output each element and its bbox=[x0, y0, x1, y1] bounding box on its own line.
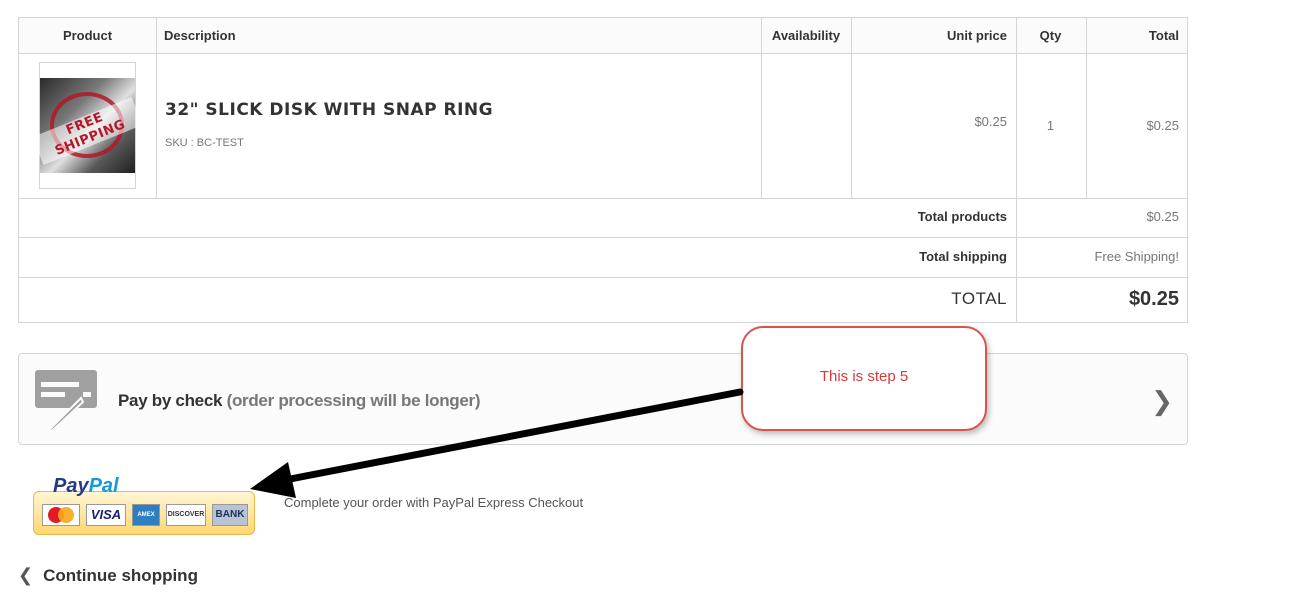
discover-logo: DISCOVER bbox=[166, 504, 206, 526]
total-products-label: Total products bbox=[917, 209, 1007, 224]
divider bbox=[19, 277, 1187, 278]
product-availability bbox=[761, 54, 851, 198]
mastercard-logo bbox=[42, 504, 80, 526]
total-label: TOTAL bbox=[951, 289, 1007, 308]
product-sku: SKU : BC-TEST bbox=[165, 137, 244, 149]
paypal-description: Complete your order with PayPal Express … bbox=[284, 495, 584, 510]
product-qty: 1 bbox=[1046, 118, 1055, 133]
divider bbox=[1086, 18, 1087, 198]
total-products-value: $0.25 bbox=[1146, 209, 1179, 224]
product-unit-price: $0.25 bbox=[974, 114, 1007, 129]
header-description: Description bbox=[164, 28, 236, 43]
bank-logo: BANK bbox=[212, 504, 248, 526]
divider bbox=[19, 198, 1187, 199]
paypal-logo: PayPal bbox=[53, 475, 119, 498]
product-name-link[interactable]: 32" SLICK DISK WITH SNAP RING bbox=[165, 100, 493, 120]
divider bbox=[156, 18, 157, 198]
paypal-button[interactable]: VISA AMEX DISCOVER BANK PayPal bbox=[33, 474, 255, 535]
product-photo: FREE SHIPPING bbox=[32, 78, 143, 173]
annotation-callout: This is step 5 bbox=[741, 326, 987, 431]
continue-shopping-link[interactable]: ❮ Continue shopping bbox=[18, 565, 198, 586]
check-icon bbox=[35, 370, 97, 433]
mastercard-icon bbox=[48, 507, 74, 523]
total-value: $0.25 bbox=[1128, 288, 1179, 310]
total-shipping-value: Free Shipping! bbox=[1094, 249, 1179, 264]
header-total: Total bbox=[1148, 28, 1179, 43]
paypal-logo-pay: Pay bbox=[53, 475, 89, 497]
cart-table: Product Description Availability Unit pr… bbox=[18, 17, 1188, 323]
chevron-left-icon: ❮ bbox=[18, 565, 34, 585]
product-thumbnail[interactable]: FREE SHIPPING bbox=[32, 62, 143, 189]
header-availability: Availability bbox=[771, 28, 841, 43]
continue-shopping-label: Continue shopping bbox=[43, 566, 198, 585]
visa-logo: VISA bbox=[86, 504, 126, 526]
callout-text: This is step 5 bbox=[819, 368, 909, 385]
header-qty: Qty bbox=[1039, 28, 1062, 43]
pay-by-check-title: Pay by check bbox=[118, 391, 223, 410]
divider bbox=[851, 18, 852, 198]
header-unit-price: Unit price bbox=[947, 28, 1007, 43]
total-shipping-label: Total shipping bbox=[919, 249, 1007, 264]
product-total: $0.25 bbox=[1146, 118, 1179, 133]
paypal-logo-pal: Pal bbox=[88, 475, 119, 497]
divider bbox=[19, 237, 1187, 238]
chevron-right-icon: ❯ bbox=[1151, 386, 1173, 416]
amex-logo: AMEX bbox=[132, 504, 160, 526]
arrow-annotation bbox=[250, 388, 744, 498]
header-product: Product bbox=[62, 28, 113, 43]
